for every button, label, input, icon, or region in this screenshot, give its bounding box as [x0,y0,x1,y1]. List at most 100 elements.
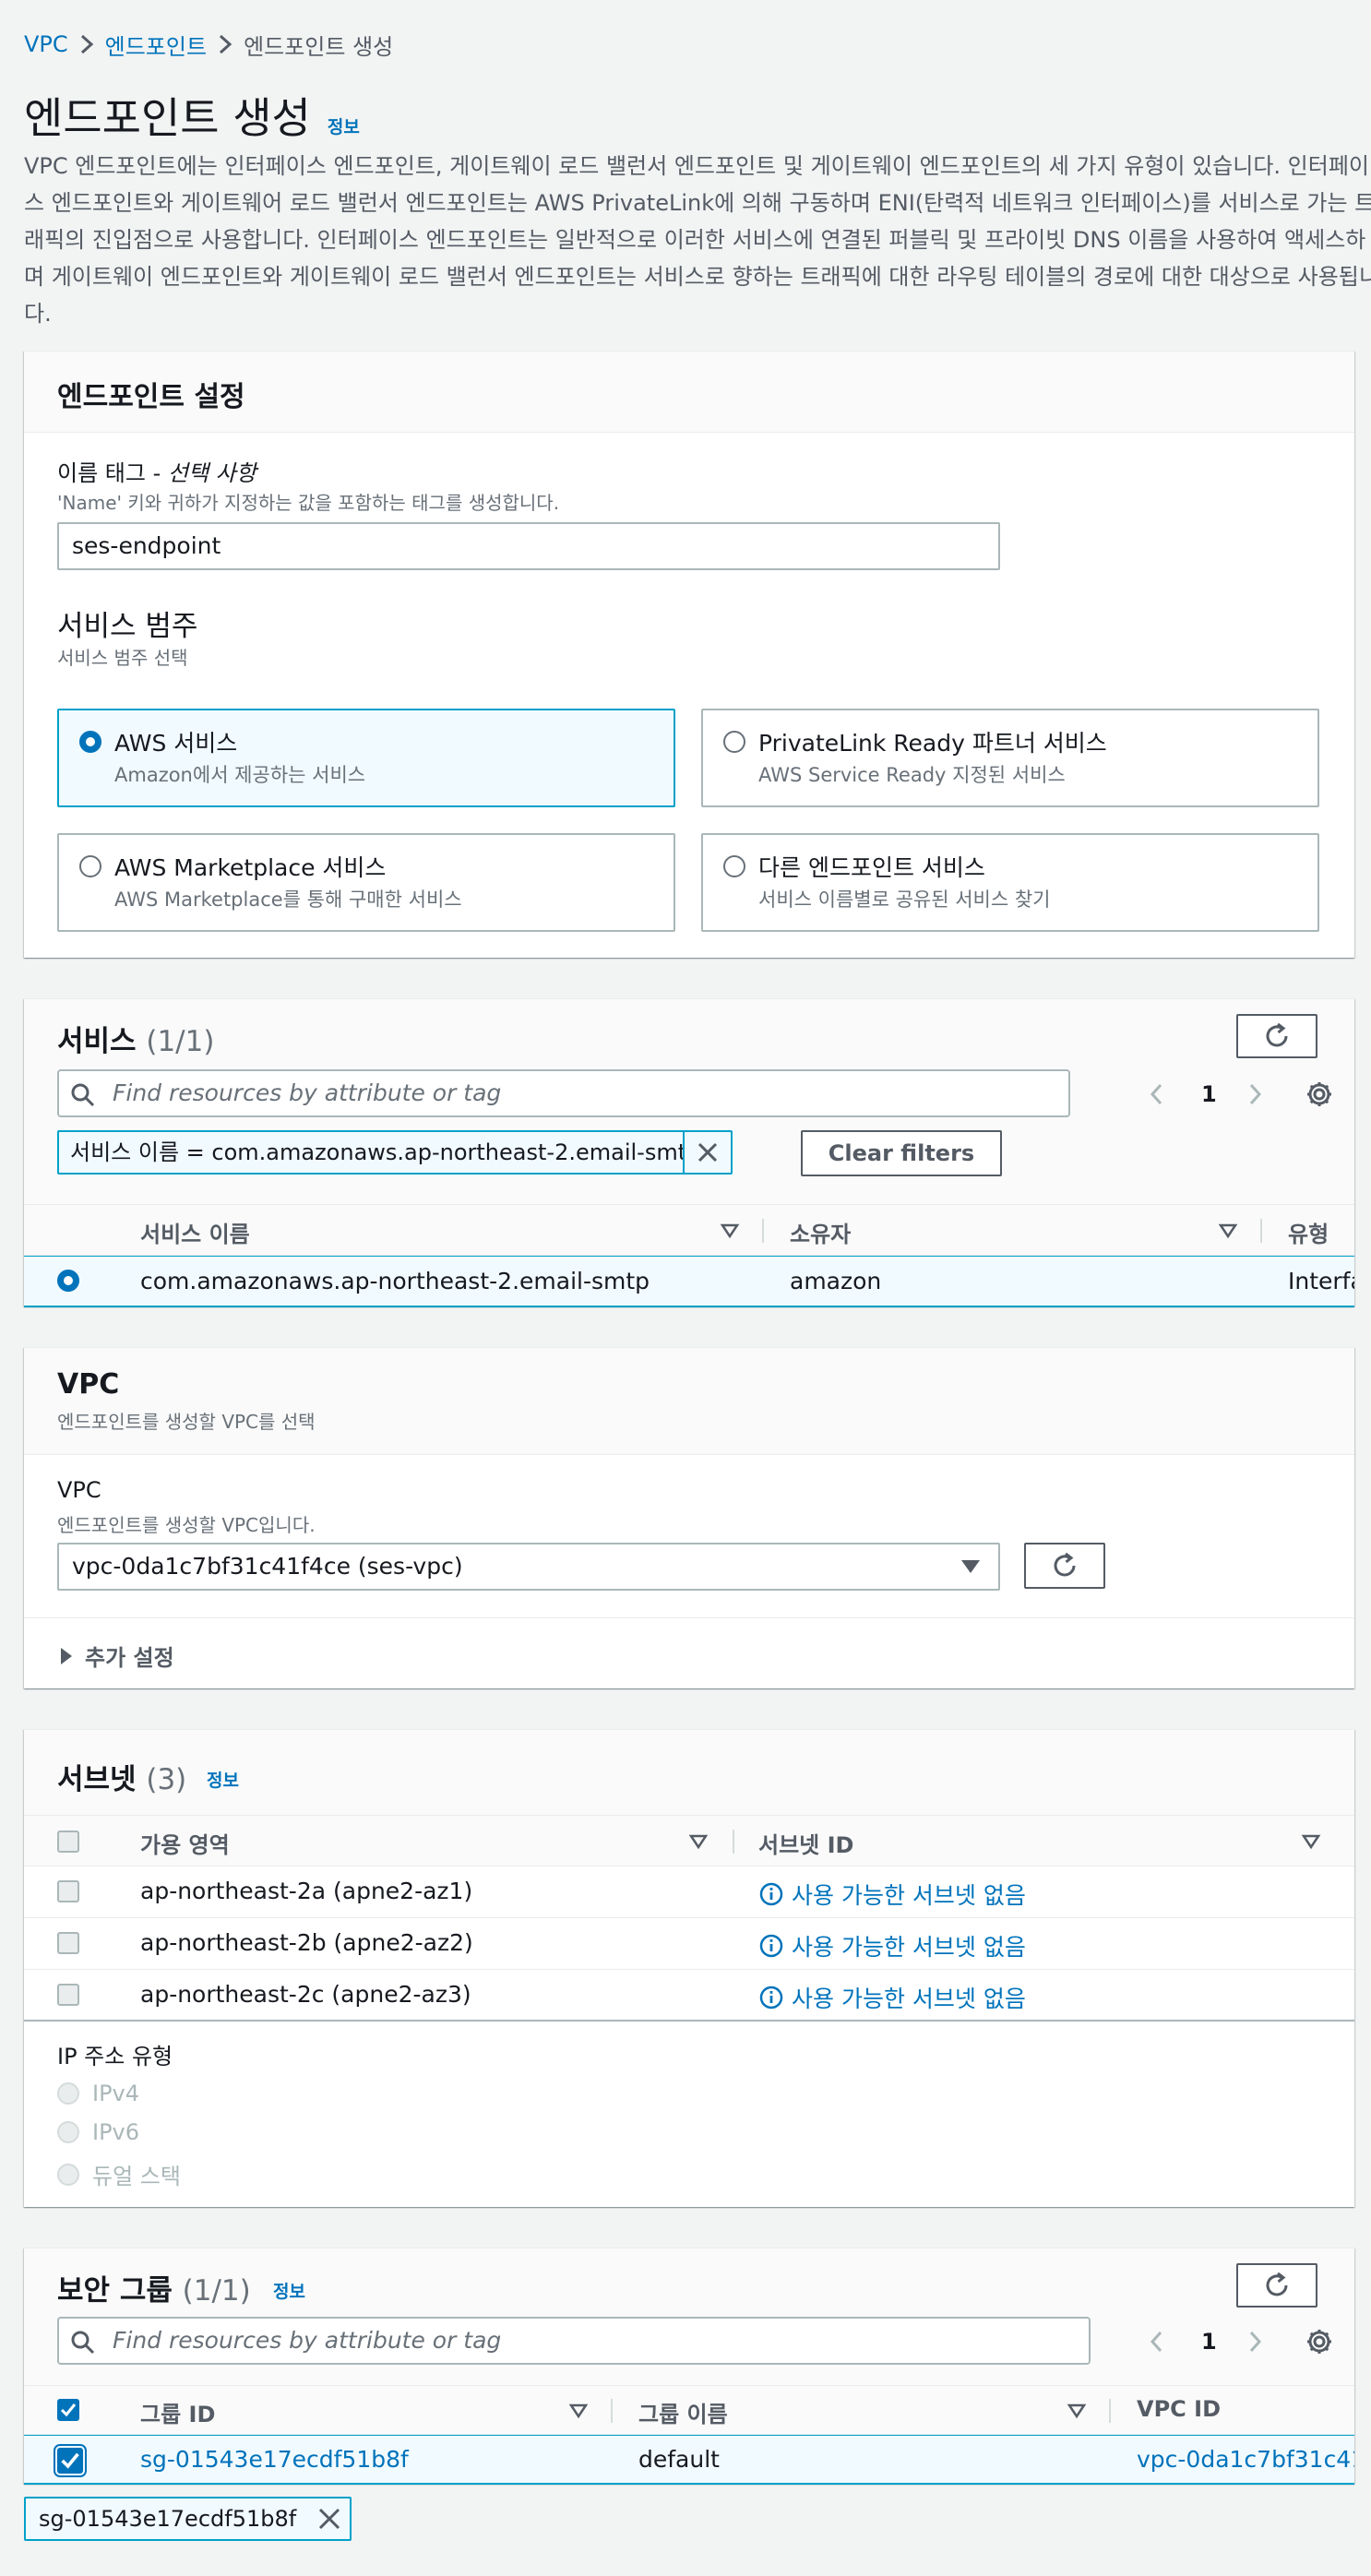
option-title: AWS Marketplace 서비스 [114,854,387,881]
panel-header: 서비스 (1/1) Find resources by attribute or… [24,999,1354,1204]
column-separator[interactable] [1260,1219,1262,1243]
ip-option-label: IPv6 [92,2119,140,2145]
select-all-checkbox[interactable] [57,2399,79,2421]
filter-token-dismiss[interactable] [683,1132,731,1173]
ip-option-ipv6: IPv6 [57,2119,139,2145]
sort-down-icon[interactable] [1301,1832,1321,1851]
sort-down-icon[interactable] [688,1832,709,1851]
page-number[interactable]: 1 [1201,1081,1217,1107]
clear-filters-button[interactable]: Clear filters [801,1130,1002,1176]
radio-button[interactable] [723,855,745,877]
refresh-button[interactable] [1236,2263,1317,2308]
service-category-title: 서비스 범주 [57,610,198,643]
refresh-icon [1266,1022,1288,1047]
option-other-endpoint[interactable]: 다른 엔드포인트 서비스 서비스 이름별로 공유된 서비스 찾기 [701,833,1319,932]
table-row[interactable]: ap-northeast-2a (apne2-az1) 사용 가능한 서브넷 없… [24,1866,1354,1918]
panel-header: 서브넷 (3) 정보 [24,1730,1354,1815]
info-circle-icon [759,1934,783,1958]
row-checkbox[interactable] [57,1932,79,1954]
group-id-link[interactable]: sg-01543e17ecdf51b8f [140,2446,409,2473]
sort-down-icon[interactable] [1067,2402,1087,2420]
security-groups-info-link[interactable]: 정보 [273,2278,305,2303]
optional-label: 선택 사항 [167,460,256,486]
subnets-panel: 서브넷 (3) 정보 가용 영역 서브넷 ID ap-northeast-2a … [24,1729,1354,2207]
page-title: 엔드포인트 생성 [24,93,311,143]
radio-button[interactable] [79,731,101,753]
option-privatelink-partner[interactable]: PrivateLink Ready 파트너 서비스 AWS Service Re… [701,709,1319,807]
column-owner[interactable]: 소유자 [790,1216,851,1248]
description-line: 다. [24,301,52,327]
refresh-button[interactable] [1236,1014,1317,1058]
vpc-refresh-button[interactable] [1024,1543,1105,1589]
security-groups-search-input[interactable]: Find resources by attribute or tag [57,2317,1091,2365]
column-separator[interactable] [733,1830,734,1854]
services-title: 서비스 (1/1) [57,1018,214,1059]
subnets-title: 서브넷 (3) [57,1756,186,1797]
option-aws-services[interactable]: AWS 서비스 Amazon에서 제공하는 서비스 [57,709,675,807]
page-info-link[interactable]: 정보 [328,113,360,138]
close-icon[interactable] [309,2498,350,2539]
security-group-token: sg-01543e17ecdf51b8f [24,2497,352,2541]
filter-token: 서비스 이름 = com.amazonaws.ap-northeast-2.em… [57,1130,733,1175]
chevron-right-icon [80,34,93,54]
select-all-checkbox[interactable] [57,1831,79,1853]
settings-gear-icon[interactable] [1305,1079,1334,1109]
settings-gear-icon[interactable] [1305,2327,1334,2356]
service-category-desc: 서비스 범주 선택 [57,647,188,669]
description-line: 며 게이트웨이 엔드포인트와 게이트웨이 로드 밸런서 엔드포인트는 서비스로 … [24,264,1371,290]
vpc-selected-value: vpc-0da1c7bf31c41f4ce (ses-vpc) [72,1553,463,1580]
sort-down-icon[interactable] [1218,1222,1238,1240]
column-type[interactable]: 유형 [1288,1216,1329,1248]
subnets-info-link[interactable]: 정보 [207,1767,239,1792]
column-subnet-id[interactable]: 서브넷 ID [758,1827,853,1859]
row-checkbox[interactable] [57,1880,79,1902]
table-row[interactable]: com.amazonaws.ap-northeast-2.email-smtp … [24,1256,1354,1307]
column-separator[interactable] [1109,2399,1111,2423]
table-row[interactable]: ap-northeast-2c (apne2-az3) 사용 가능한 서브넷 없… [24,1970,1354,2021]
ip-option-dualstack: 듀얼 스택 [57,2158,181,2190]
column-separator[interactable] [611,2399,613,2423]
column-service-name[interactable]: 서비스 이름 [140,1216,250,1248]
radio-button[interactable] [79,855,101,877]
services-search-input[interactable]: Find resources by attribute or tag [57,1069,1070,1117]
radio-button [57,2121,79,2143]
prev-page-icon[interactable] [1144,2328,1170,2355]
table-row[interactable]: ap-northeast-2b (apne2-az2) 사용 가능한 서브넷 없… [24,1918,1354,1970]
name-tag-input[interactable]: ses-endpoint [57,522,1000,570]
column-group-name[interactable]: 그룹 이름 [638,2396,728,2428]
vpc-select[interactable]: vpc-0da1c7bf31c41f4ce (ses-vpc) [57,1543,1000,1591]
column-vpc-id[interactable]: VPC ID [1137,2396,1221,2422]
breadcrumb-vpc[interactable]: VPC [24,31,68,57]
subnets-title-text: 서브넷 [57,1763,137,1796]
ip-option-label: 듀얼 스택 [92,2164,181,2189]
next-page-icon[interactable] [1242,2328,1268,2355]
row-checkbox[interactable] [54,2444,87,2477]
checkmark-icon [61,2452,79,2469]
prev-page-icon[interactable] [1144,1080,1170,1108]
table-row[interactable]: sg-01543e17ecdf51b8f default vpc-0da1c7b… [24,2435,1354,2485]
option-aws-marketplace[interactable]: AWS Marketplace 서비스 AWS Marketplace를 통해 … [57,833,675,932]
column-availability-zone[interactable]: 가용 영역 [140,1827,230,1859]
security-groups-title: 보안 그룹 (1/1) [57,2267,251,2308]
additional-settings-toggle[interactable]: 추가 설정 [57,1640,174,1672]
name-tag-label-text: 이름 태그 - [57,460,168,486]
vpc-id-link[interactable]: vpc-0da1c7bf31c41f4ce [1137,2446,1354,2473]
sort-down-icon[interactable] [568,2402,589,2420]
caret-down-icon[interactable] [960,1557,982,1576]
subnet-cell: 사용 가능한 서브넷 없음 [758,1981,1026,2014]
panel-header: VPC 엔드포인트를 생성할 VPC를 선택 [24,1348,1354,1455]
subnet-status-text: 사용 가능한 서브넷 없음 [792,1934,1026,1961]
sort-down-icon[interactable] [720,1222,740,1240]
breadcrumb-endpoints[interactable]: 엔드포인트 [105,29,207,61]
az-cell: ap-northeast-2b (apne2-az2) [140,1929,473,1956]
breadcrumb-current: 엔드포인트 생성 [244,33,394,60]
chevron-right-icon [220,34,232,54]
next-page-icon[interactable] [1242,1080,1268,1108]
option-desc: 서비스 이름별로 공유된 서비스 찾기 [758,888,1051,911]
page-number[interactable]: 1 [1201,2329,1217,2355]
radio-button[interactable] [723,731,745,753]
row-checkbox[interactable] [57,1984,79,2006]
column-group-id[interactable]: 그룹 ID [140,2396,215,2428]
row-radio[interactable] [57,1270,79,1292]
column-separator[interactable] [762,1219,764,1243]
